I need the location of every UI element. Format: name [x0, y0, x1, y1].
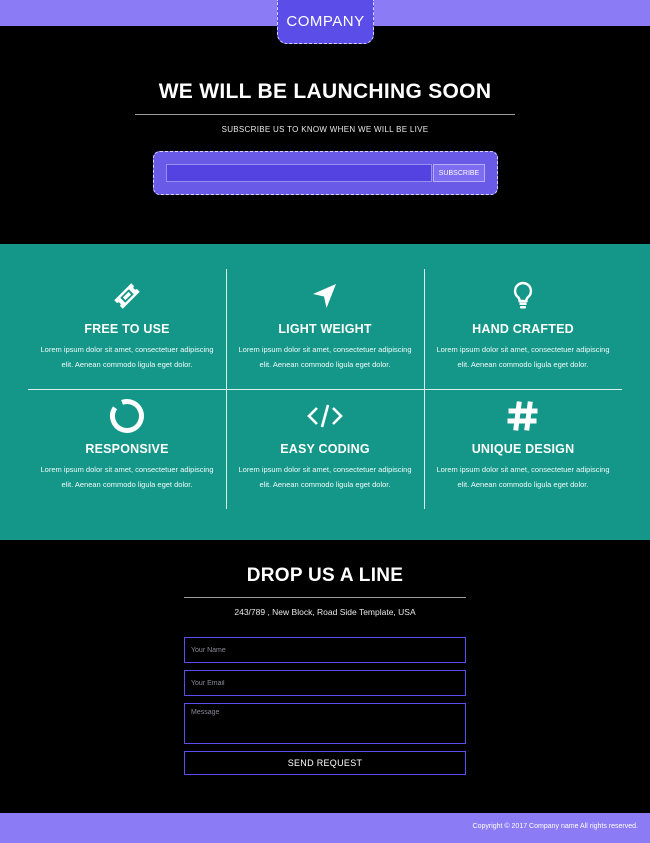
message-field[interactable]: [184, 703, 466, 744]
feature-text: Lorem ipsum dolor sit amet, consectetuer…: [238, 345, 412, 369]
feature-text: Lorem ipsum dolor sit amet, consectetuer…: [238, 465, 412, 489]
code-icon: [226, 399, 424, 433]
feature-title: UNIQUE DESIGN: [471, 442, 575, 456]
location-arrow-icon: [226, 279, 424, 313]
feature-responsive: RESPONSIVE Lorem ipsum dolor sit amet, c…: [28, 399, 226, 492]
contact-title: DROP US A LINE: [246, 565, 404, 586]
send-request-button[interactable]: SEND REQUEST: [184, 751, 466, 775]
feature-title: HAND CRAFTED: [472, 322, 574, 336]
contact-address: 243/789 , New Block, Road Side Template,…: [234, 607, 416, 617]
feature-text: Lorem ipsum dolor sit amet, consectetuer…: [40, 465, 214, 489]
feature-free-to-use: FREE TO USE Lorem ipsum dolor sit amet, …: [28, 279, 226, 372]
footer: Copyright © 2017 Company name All rights…: [0, 813, 650, 843]
hero-subtitle: SUBSCRIBE US TO KNOW WHEN WE WILL BE LIV…: [221, 125, 429, 134]
subscribe-button[interactable]: SUBSCRIBE: [433, 164, 485, 182]
ticket-icon: [28, 279, 226, 313]
feature-title: LIGHT WEIGHT: [278, 322, 372, 336]
hashtag-icon: [424, 399, 622, 433]
feature-hand-crafted: HAND CRAFTED Lorem ipsum dolor sit amet,…: [424, 279, 622, 372]
features-section: FREE TO USE Lorem ipsum dolor sit amet, …: [0, 244, 650, 540]
feature-text: Lorem ipsum dolor sit amet, consectetuer…: [436, 465, 610, 489]
subscribe-email-input[interactable]: [166, 164, 432, 182]
feature-divider-horizontal: [28, 389, 622, 390]
feature-unique-design: UNIQUE DESIGN Lorem ipsum dolor sit amet…: [424, 399, 622, 492]
contact-divider: [184, 597, 466, 598]
feature-text: Lorem ipsum dolor sit amet, consectetuer…: [40, 345, 214, 369]
company-logo[interactable]: COMPANY: [277, 0, 374, 44]
subscribe-form: SUBSCRIBE: [153, 151, 498, 195]
lightbulb-icon: [424, 279, 622, 313]
feature-title: RESPONSIVE: [85, 442, 169, 456]
name-field[interactable]: [184, 637, 466, 663]
copyright-text: Copyright © 2017 Company name All rights…: [472, 823, 638, 830]
feature-title: FREE TO USE: [84, 322, 170, 336]
feature-light-weight: LIGHT WEIGHT Lorem ipsum dolor sit amet,…: [226, 279, 424, 372]
hero-divider: [135, 114, 515, 115]
hero-title: WE WILL BE LAUNCHING SOON: [158, 80, 492, 103]
feature-text: Lorem ipsum dolor sit amet, consectetuer…: [436, 345, 610, 369]
ring-icon: [28, 399, 226, 433]
feature-title: EASY CODING: [280, 442, 370, 456]
email-field[interactable]: [184, 670, 466, 696]
feature-easy-coding: EASY CODING Lorem ipsum dolor sit amet, …: [226, 399, 424, 492]
